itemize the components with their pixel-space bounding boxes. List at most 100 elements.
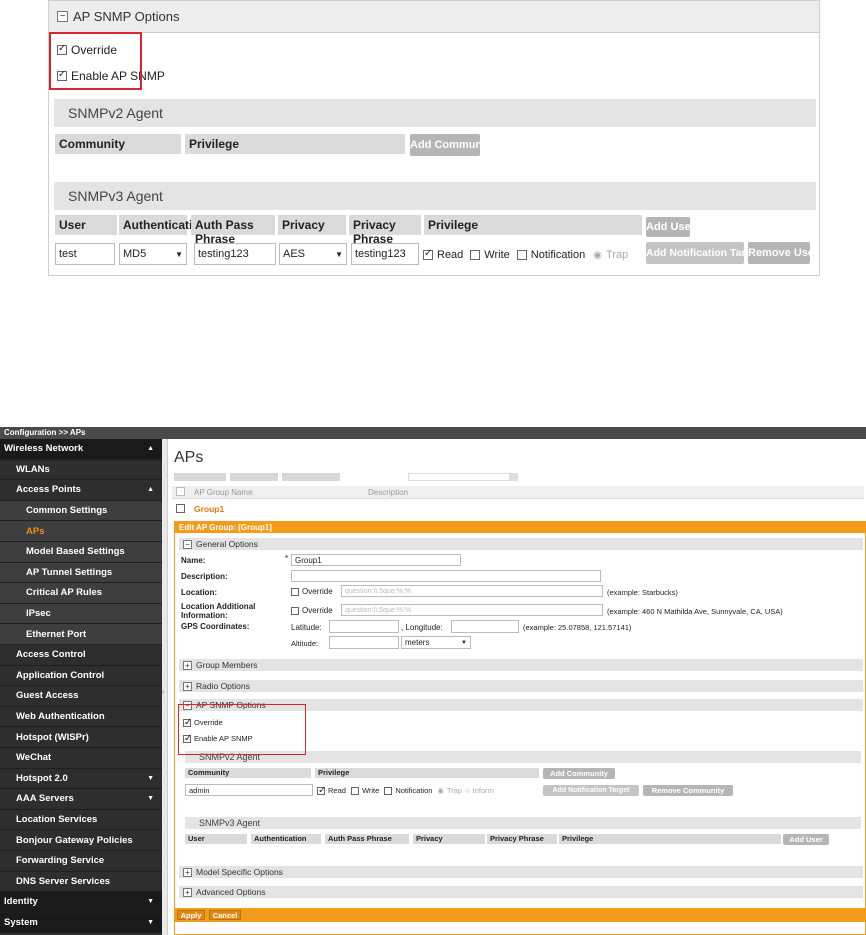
v2-read-checkbox[interactable] [317, 785, 326, 796]
v3-col-privilege: Privilege [424, 215, 642, 235]
loc-add-override-checkbox[interactable] [291, 606, 299, 615]
sidebar-item-wireless-network[interactable]: Wireless Network ▲ [0, 439, 162, 460]
col-ap-group-name[interactable]: AP Group Name [194, 488, 253, 497]
notification-checkbox[interactable] [516, 250, 527, 260]
name-input[interactable]: Group1 [291, 554, 461, 566]
caret-up-icon: ▲ [147, 486, 154, 494]
trap-radio[interactable]: ◉ [593, 250, 602, 261]
sidebar-item-ap-tunnel-settings[interactable]: AP Tunnel Settings [0, 562, 162, 584]
select-all-checkbox[interactable] [176, 487, 185, 497]
add-user-btn[interactable]: Add User [783, 834, 829, 845]
sidebar-item-label: Application Control [16, 669, 105, 681]
radio-options-header[interactable]: + Radio Options [179, 680, 863, 692]
model-specific-header[interactable]: + Model Specific Options [179, 866, 863, 878]
privacy-phrase-input[interactable]: testing123 [351, 243, 419, 265]
sidebar-item-hotspot-wispr[interactable]: Hotspot (WISPr) [0, 727, 162, 748]
expand-icon[interactable]: + [183, 887, 192, 897]
v2-trap-radio[interactable]: ◉ [437, 786, 444, 795]
sidebar-item-forwarding-service[interactable]: Forwarding Service [0, 851, 162, 872]
ap-snmp-options-header[interactable]: − AP SNMP Options [49, 1, 819, 33]
sidebar-item-system[interactable]: System ▼ [0, 912, 162, 934]
sidebar-item-aps[interactable]: APs [0, 521, 162, 542]
dropdown-arrow-icon: ▼ [461, 639, 467, 646]
sidebar-item-critical-ap-rules[interactable]: Critical AP Rules [0, 583, 162, 604]
remove-community-btn[interactable]: Remove Community [643, 785, 733, 796]
sidebar-item-common-settings[interactable]: Common Settings [0, 500, 162, 522]
caret-up-icon: ▲ [147, 445, 154, 453]
sidebar-collapse-handle[interactable]: ‹ [162, 439, 168, 935]
auth-pass-input[interactable]: testing123 [194, 243, 276, 265]
community-input[interactable]: admin [185, 784, 313, 796]
write-checkbox[interactable] [470, 250, 481, 260]
caret-down-icon: ▼ [147, 774, 154, 782]
v3-privacy-phrase-col: Privacy Phrase [487, 834, 557, 844]
sidebar-item-location-services[interactable]: Location Services [0, 809, 162, 831]
remove-user-button[interactable]: Remove User [748, 242, 818, 264]
user-input[interactable]: test [55, 243, 115, 265]
dropdown-arrow-icon: ▼ [175, 249, 183, 259]
sidebar-item-label: Location Services [16, 814, 98, 826]
group-row-checkbox[interactable] [176, 504, 185, 514]
apply-button[interactable]: Apply [177, 910, 205, 920]
sidebar-item-label: System [4, 917, 38, 929]
longitude-input[interactable] [451, 620, 519, 633]
group-row[interactable]: Group1 [172, 501, 864, 515]
expand-icon[interactable]: + [183, 681, 192, 691]
sidebar-item-guest-access[interactable]: Guest Access [0, 686, 162, 707]
sidebar-item-web-authentication[interactable]: Web Authentication [0, 706, 162, 728]
privacy-select[interactable]: AES ▼ [279, 243, 347, 265]
snmpv3-header-small: SNMPv3 Agent [185, 817, 861, 829]
snmpv3-header: SNMPv3 Agent [54, 182, 816, 210]
add-notification-target-btn[interactable]: Add Notification Target [543, 785, 639, 796]
latitude-input[interactable] [329, 620, 399, 633]
altitude-unit-select[interactable]: meters ▼ [401, 636, 471, 649]
sidebar-item-wlans[interactable]: WLANs [0, 459, 162, 481]
collapse-arrow-icon: ‹ [162, 689, 165, 696]
sidebar-item-label: Hotspot 2.0 [16, 772, 68, 784]
add-notification-target-button[interactable]: Add Notification Target [646, 242, 761, 264]
v2-notification-checkbox[interactable] [384, 786, 393, 795]
sidebar-item-hotspot-2-0[interactable]: Hotspot 2.0 ▼ [0, 768, 162, 790]
sidebar-item-model-based-settings[interactable]: Model Based Settings [0, 542, 162, 563]
sidebar-item-identity[interactable]: Identity ▼ [0, 892, 162, 913]
add-user-button[interactable]: Add User [646, 217, 695, 237]
location-override[interactable]: Override [291, 587, 333, 596]
description-input[interactable] [291, 570, 601, 582]
sidebar-item-ethernet-port[interactable]: Ethernet Port [0, 624, 162, 645]
add-community-btn[interactable]: Add Community [543, 768, 615, 779]
col-description[interactable]: Description [368, 488, 408, 497]
v2-write-checkbox[interactable] [350, 786, 359, 795]
sidebar-item-bonjour-gateway-policies[interactable]: Bonjour Gateway Policies [0, 830, 162, 851]
v2-inform-radio[interactable]: ○ [465, 786, 470, 795]
sidebar-item-aaa-servers[interactable]: AAA Servers ▼ [0, 789, 162, 810]
sidebar-item-access-control[interactable]: Access Control [0, 645, 162, 666]
group-members-header[interactable]: + Group Members [179, 659, 863, 671]
loc-add-input[interactable]: question:\\:5que:%:% [341, 604, 603, 616]
v3-col-privacy-phrase: Privacy Phrase [349, 215, 421, 246]
add-community-button[interactable]: Add Community [410, 134, 495, 156]
location-override-checkbox[interactable] [291, 587, 299, 596]
sidebar-item-label: Web Authentication [16, 711, 105, 723]
altitude-input[interactable] [329, 636, 399, 649]
advanced-options-header[interactable]: + Advanced Options [179, 886, 863, 898]
sidebar-item-application-control[interactable]: Application Control [0, 665, 162, 687]
loc-add-override[interactable]: Override [291, 606, 333, 615]
general-options-header[interactable]: − General Options [179, 538, 863, 550]
v2-privilege-col: Privilege [315, 768, 539, 778]
auth-select[interactable]: MD5 ▼ [119, 243, 187, 265]
collapse-icon[interactable]: − [57, 11, 68, 22]
expand-icon[interactable]: + [183, 867, 192, 877]
v2-community-col: Community [185, 768, 311, 778]
group1-link[interactable]: Group1 [194, 504, 224, 514]
sidebar-item-access-points[interactable]: Access Points ▲ [0, 480, 162, 501]
collapse-icon[interactable]: − [183, 539, 192, 549]
location-example: (example: Starbucks) [607, 588, 678, 597]
expand-icon[interactable]: + [183, 660, 192, 670]
dropdown-arrow-icon: ▼ [335, 249, 343, 259]
sidebar-item-dns-server-services[interactable]: DNS Server Services [0, 871, 162, 893]
location-input[interactable]: question:\\:5que:%:% [341, 585, 603, 597]
sidebar-item-wechat[interactable]: WeChat [0, 748, 162, 769]
sidebar-item-ipsec[interactable]: IPsec [0, 603, 162, 625]
cancel-button[interactable]: Cancel [209, 910, 241, 920]
read-checkbox[interactable] [423, 248, 433, 260]
